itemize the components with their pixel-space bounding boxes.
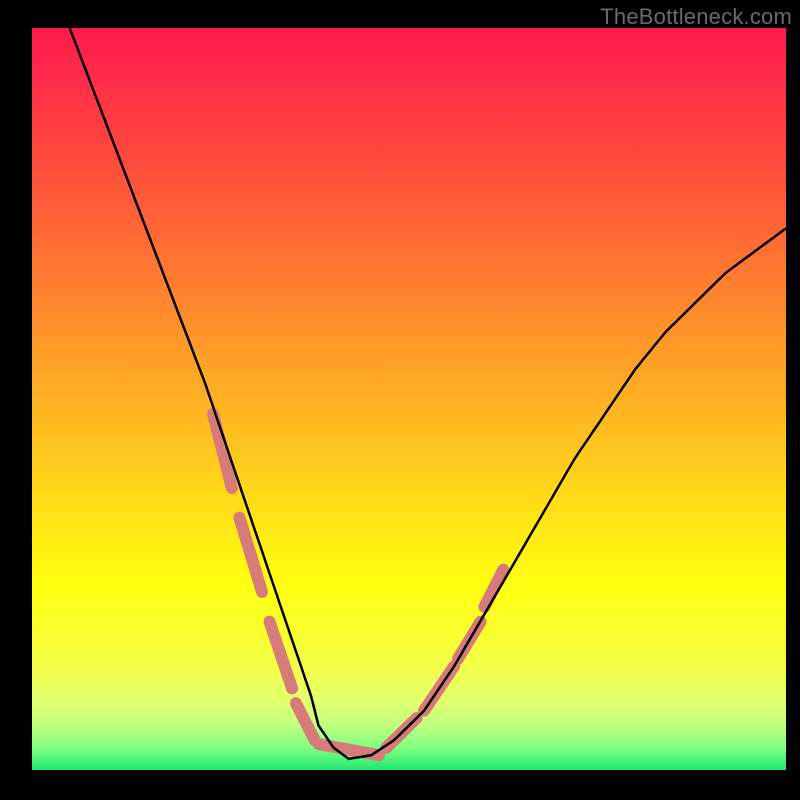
highlight-segment bbox=[296, 703, 315, 740]
curve-layer bbox=[70, 28, 786, 759]
highlight-segment bbox=[319, 744, 379, 755]
watermark-text: TheBottleneck.com bbox=[600, 4, 792, 30]
highlight-segment bbox=[239, 518, 262, 592]
chart-overlay bbox=[0, 0, 800, 800]
chart-frame: TheBottleneck.com bbox=[0, 0, 800, 800]
bottleneck-curve bbox=[70, 28, 786, 759]
highlight-layer bbox=[213, 414, 503, 755]
